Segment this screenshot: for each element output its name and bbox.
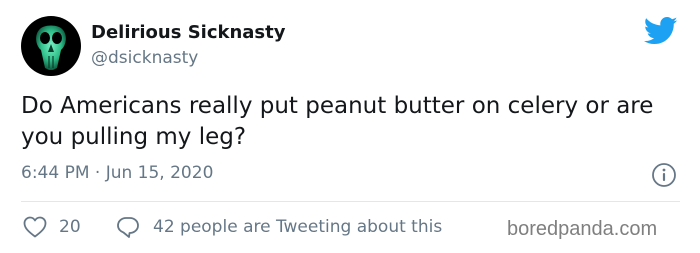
author-display-name[interactable]: Delirious Sicknasty: [91, 22, 285, 43]
bird-skull-avatar-icon: [36, 25, 66, 70]
info-icon[interactable]: [651, 162, 677, 188]
divider: [21, 201, 680, 202]
tweet-text: Do Americans really put peanut butter on…: [21, 93, 654, 150]
heart-icon[interactable]: [23, 216, 47, 238]
watermark: boredpanda.com: [507, 218, 658, 240]
tweet-timestamp[interactable]: 6:44 PM · Jun 15, 2020: [21, 163, 213, 183]
author-handle[interactable]: @dsicknasty: [91, 48, 198, 68]
like-count[interactable]: 20: [59, 217, 81, 237]
avatar[interactable]: [21, 16, 81, 76]
tweeting-about-link[interactable]: 42 people are Tweeting about this: [153, 217, 442, 237]
twitter-bird-icon[interactable]: [644, 16, 678, 46]
reply-bubble-icon[interactable]: [116, 216, 140, 239]
